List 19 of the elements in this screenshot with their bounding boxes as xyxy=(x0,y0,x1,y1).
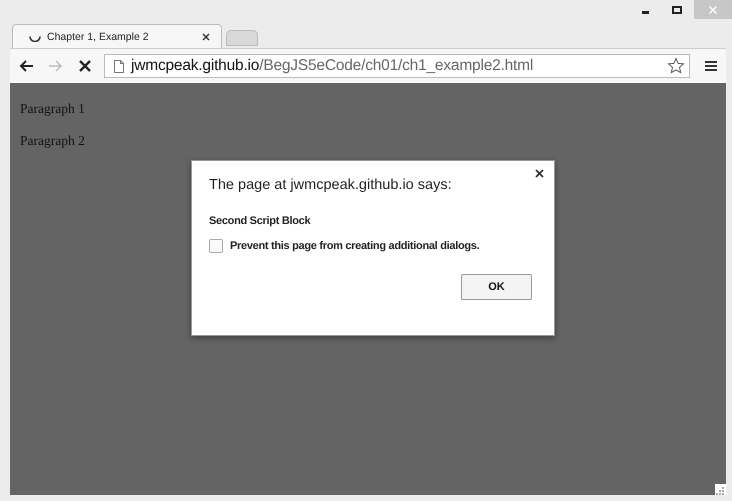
dialog-title: The page at jwmcpeak.github.io says: xyxy=(209,177,453,193)
checkbox[interactable] xyxy=(209,239,223,253)
close-icon[interactable] xyxy=(535,169,544,178)
page-icon xyxy=(113,58,125,74)
close-icon[interactable] xyxy=(201,32,211,42)
menu-icon[interactable] xyxy=(704,60,718,72)
checkbox-label: Prevent this page from creating additional dialogs. xyxy=(230,240,480,252)
maximize-icon xyxy=(672,6,682,14)
ok-button[interactable]: OK xyxy=(461,274,532,300)
back-arrow-icon[interactable] xyxy=(18,59,34,73)
resize-grip-icon[interactable] xyxy=(715,484,726,495)
paragraph: Paragraph 1 xyxy=(20,101,86,117)
paragraph: Paragraph 2 xyxy=(20,133,86,149)
minimize-icon xyxy=(642,11,649,14)
close-icon xyxy=(709,6,717,14)
star-icon[interactable] xyxy=(667,57,685,75)
browser-tab[interactable]: Chapter 1, Example 2 xyxy=(12,24,222,48)
stop-icon[interactable] xyxy=(78,59,92,73)
dialog-message: Second Script Block xyxy=(209,215,312,227)
